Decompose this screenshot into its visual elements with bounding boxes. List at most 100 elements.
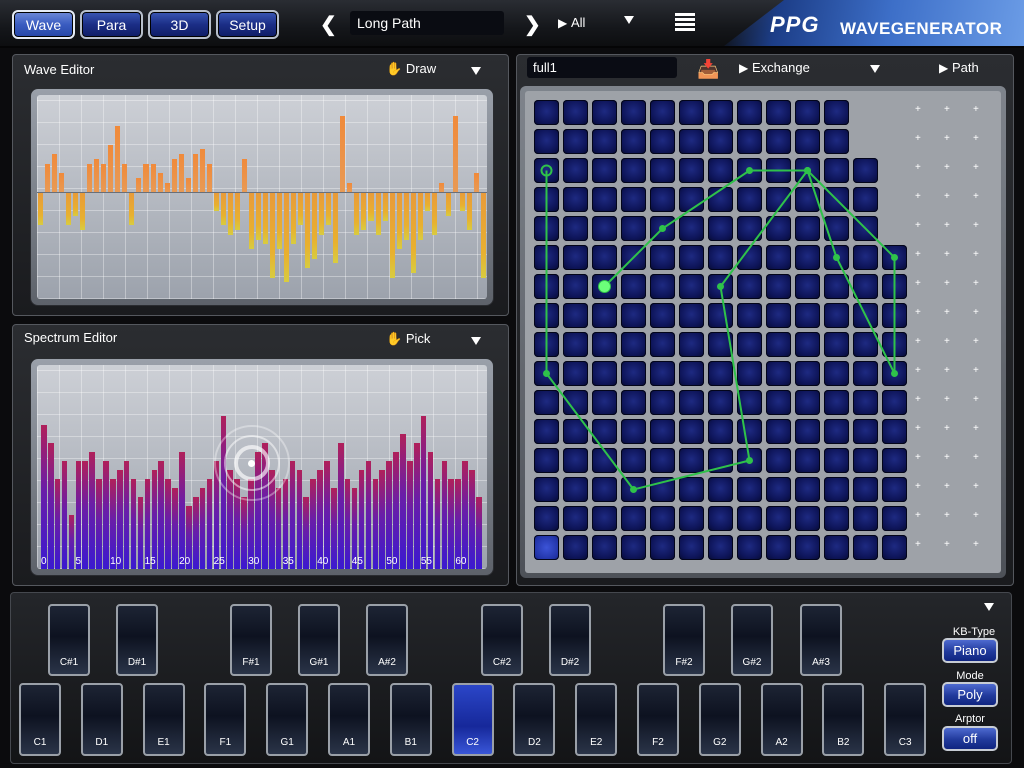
wave-bar [445,192,451,216]
spectrum-mode-dropdown-icon[interactable] [471,337,481,345]
piano-key-g-sharp-2[interactable]: G#2 [731,604,773,676]
piano-key-d-sharp-2[interactable]: D#2 [549,604,591,676]
kb-type-button[interactable]: Piano [942,638,998,663]
mode-button[interactable]: Poly [942,682,998,707]
piano-key-g2[interactable]: G2 [698,683,741,756]
menu-icon[interactable] [675,13,695,32]
filter-play-icon: ▶ [558,16,568,30]
piano-key-d1[interactable]: D1 [80,683,123,756]
path-current-point[interactable] [598,280,611,293]
hand-icon: ✋ [386,61,403,76]
path-point[interactable] [891,254,898,261]
key-label: B1 [404,737,417,748]
piano-key-a1[interactable]: A1 [328,683,370,756]
wave-bar [164,182,170,192]
path-point[interactable] [746,457,753,464]
key-label: D1 [95,737,109,748]
wave-bar [452,116,458,192]
wave-bar [480,192,486,278]
piano-key-f1[interactable]: F1 [204,683,247,756]
exchange-label[interactable]: Exchange [752,60,810,75]
piano-key-e2[interactable]: E2 [575,683,618,756]
path-point[interactable] [746,167,753,174]
piano-key-f-sharp-2[interactable]: F#2 [663,604,705,676]
tab-wave[interactable]: Wave [12,10,75,39]
wave-draw-mode[interactable]: ✋ Draw [386,61,436,77]
wave-bar [438,182,444,192]
piano-key-d2[interactable]: D2 [513,683,556,756]
spectrum-tick-label: 55 [420,556,432,567]
path-point[interactable] [717,283,724,290]
wave-mode-dropdown-icon[interactable] [471,67,481,75]
prev-preset-icon[interactable]: ❮ [320,12,337,37]
filter-dropdown-icon[interactable] [624,16,634,24]
wave-bar [178,154,184,192]
spectrum-editor-panel: Spectrum Editor ✋ Pick 0 5 10 15 20 25 30 35 40 4… [12,324,509,586]
piano-key-c-sharp-1[interactable]: C#1 [48,604,90,676]
keyboard-options-dropdown-icon[interactable] [984,603,994,611]
piano-key-g1[interactable]: G1 [266,683,309,756]
piano-key-f-sharp-1[interactable]: F#1 [230,604,272,676]
spectrum-bar [324,461,330,569]
wave-bar [206,163,212,192]
next-preset-icon[interactable]: ❯ [524,12,541,37]
wave-bar [263,192,269,245]
piano-key-b1[interactable]: B1 [389,683,432,756]
piano-key-d-sharp-1[interactable]: D#1 [116,604,158,676]
wave-bar [227,192,233,235]
wave-bar [115,125,121,192]
preset-name-display[interactable]: Long Path [350,11,504,35]
path-point[interactable] [659,225,666,232]
tab-para[interactable]: Para [80,10,143,39]
piano-key-c1[interactable]: C1 [19,683,61,756]
path-point[interactable] [833,254,840,261]
path-label[interactable]: Path [952,60,979,75]
path-grid-frame: + + + + + + + + + + + + + + + + + + + + + + + + + + + + + + + + + + + + + + + +… [520,86,1006,578]
wave-bar [255,192,261,240]
exchange-dropdown-icon[interactable] [870,65,880,73]
kb-type-label: KB-Type [952,626,996,638]
piano-key-b2[interactable]: B2 [822,683,865,756]
spectrum-bar [172,488,178,569]
piano-key-f2[interactable]: F2 [637,683,679,756]
key-label: F2 [652,737,664,748]
spectrum-display[interactable]: 0 5 10 15 20 25 30 35 40 45 50 55 60 [37,365,487,569]
piano-key-c2[interactable]: C2 [451,683,494,756]
wave-bar [375,192,381,235]
wave-bar [270,192,276,278]
piano-key-g-sharp-1[interactable]: G#1 [298,604,340,676]
spectrum-tick-label: 10 [110,556,122,567]
spectrum-bar [462,461,468,569]
brand-name: WAVEGENERATOR [840,19,1003,38]
wave-name-field[interactable]: full1 [527,57,677,78]
wave-bar [389,192,395,278]
path-grid[interactable]: + + + + + + + + + + + + + + + + + + + + + + + + + + + + + + + + + + + + + + + +… [525,91,1001,573]
tab-setup[interactable]: Setup [216,10,279,39]
tab-3d[interactable]: 3D [148,10,211,39]
load-tray-icon[interactable]: 📥 [697,59,719,80]
key-label: A2 [775,737,788,748]
spectrum-bar [317,470,323,569]
spectrum-bar [165,479,171,569]
piano-key-a-sharp-2[interactable]: A#2 [366,604,408,676]
key-label: C2 [466,737,479,748]
path-point[interactable] [804,167,811,174]
path-point[interactable] [891,370,898,377]
spectrum-tick-label: 35 [282,556,294,567]
piano-key-a2[interactable]: A2 [760,683,803,756]
piano-key-c-sharp-2[interactable]: C#2 [481,604,523,676]
pick-cursor-dot[interactable] [248,459,256,467]
piano-key-c3[interactable]: C3 [884,683,927,756]
spectrum-pick-mode[interactable]: ✋ Pick [386,331,430,347]
piano-key-e1[interactable]: E1 [142,683,185,756]
wave-bar [73,192,79,216]
piano-key-a-sharp-3[interactable]: A#3 [800,604,842,676]
wave-bar [340,116,346,192]
path-point[interactable] [543,370,550,377]
filter-label[interactable]: All [571,15,585,30]
wave-bar [185,177,191,192]
arptor-button[interactable]: off [942,726,998,751]
spectrum-bar [75,461,82,569]
wave-display[interactable] [37,95,487,299]
path-point[interactable] [630,486,637,493]
